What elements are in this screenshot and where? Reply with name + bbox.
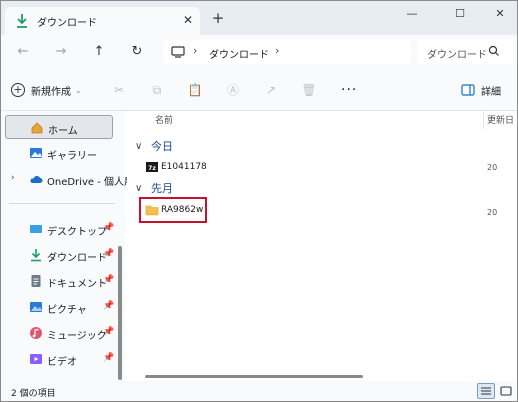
tiles-view-button[interactable]: [497, 383, 515, 399]
sidebar-item-label: ホーム: [48, 126, 78, 137]
sidebar-item-label: デスクトップ: [47, 227, 107, 238]
horizontal-scrollbar[interactable]: [145, 375, 363, 378]
chevron-down-icon: ⌄: [75, 85, 82, 95]
details-view-button[interactable]: [477, 383, 495, 399]
tiles-view-icon: [500, 386, 512, 396]
share-icon[interactable]: ↗: [263, 82, 279, 98]
sidebar-item-pictures[interactable]: ピクチャ 📌: [5, 295, 114, 319]
music-icon: [30, 327, 42, 339]
column-header-name[interactable]: 名前: [155, 113, 173, 126]
copy-icon[interactable]: ⧉: [149, 82, 165, 98]
status-bar: 2 個の項目: [1, 381, 517, 401]
maximize-button[interactable]: ☐: [445, 5, 475, 23]
sidebar-item-home[interactable]: ホーム: [5, 115, 113, 139]
file-list: 名前 更新日 ∨ 今日 7z E1041178 20 ∨ 先月 RA9862w …: [127, 111, 517, 381]
plus-icon: +: [11, 83, 25, 97]
sidebar-scrollbar[interactable]: [118, 246, 122, 380]
search-box[interactable]: ダウンロード: [417, 40, 513, 64]
pictures-icon: [30, 302, 42, 312]
sidebar-item-videos[interactable]: ビデオ 📌: [5, 347, 114, 371]
download-icon: [31, 249, 41, 262]
download-icon: [17, 14, 27, 28]
column-header-date[interactable]: 更新日: [487, 113, 514, 126]
refresh-button[interactable]: ↻: [127, 42, 147, 62]
file-row-E1041178[interactable]: 7z E1041178: [141, 157, 481, 177]
sidebar-item-label: ダウンロード: [47, 253, 107, 264]
navigation-pane: ホーム ギャラリー › OneDrive - 個人用 デスクトップ 📌 ダウンロ…: [1, 111, 134, 381]
group-title: 今日: [151, 140, 173, 153]
search-input[interactable]: ダウンロード: [427, 46, 487, 61]
sidebar-item-label: OneDrive - 個人用: [47, 177, 134, 188]
onedrive-icon: [30, 176, 43, 183]
sidebar-item-label: ギャラリー: [47, 151, 97, 162]
pin-icon[interactable]: 📌: [103, 301, 114, 311]
sidebar-item-documents[interactable]: ドキュメント 📌: [5, 269, 114, 293]
sidebar-divider: [9, 203, 115, 204]
title-bar: ダウンロード ✕ + — ☐ ✕: [1, 1, 517, 35]
chevron-down-icon: ∨: [135, 182, 143, 194]
close-tab-icon[interactable]: ✕: [181, 13, 195, 27]
pin-icon[interactable]: 📌: [103, 275, 114, 285]
close-window-button[interactable]: ✕: [485, 5, 515, 23]
file-name: E1041178: [161, 162, 207, 172]
pin-icon[interactable]: 📌: [103, 353, 114, 363]
pin-icon[interactable]: 📌: [103, 223, 114, 233]
sidebar-item-music[interactable]: ミュージック 📌: [5, 321, 114, 345]
tab-title: ダウンロード: [37, 18, 97, 29]
file-date: 20: [487, 163, 498, 172]
sidebar-item-onedrive[interactable]: OneDrive - 個人用: [5, 167, 134, 191]
pin-icon[interactable]: 📌: [103, 249, 114, 259]
cut-icon[interactable]: ✂: [111, 82, 127, 98]
file-date: 20: [487, 208, 498, 217]
back-button[interactable]: ←: [13, 42, 33, 62]
group-title: 先月: [151, 182, 173, 195]
column-divider[interactable]: [483, 111, 484, 129]
7z-archive-icon: 7z: [146, 162, 158, 172]
svg-text:7z: 7z: [148, 165, 156, 172]
sidebar-item-downloads[interactable]: ダウンロード 📌: [5, 243, 114, 267]
sidebar-item-gallery[interactable]: ギャラリー: [5, 141, 113, 165]
this-pc-icon: [171, 46, 185, 58]
breadcrumb-downloads[interactable]: ダウンロード: [209, 46, 269, 61]
gallery-icon: [30, 148, 42, 158]
tab-downloads[interactable]: ダウンロード ✕: [5, 7, 200, 35]
sidebar-item-label: ドキュメント: [47, 279, 107, 290]
item-count: 2 個の項目: [11, 389, 56, 399]
new-tab-button[interactable]: +: [209, 9, 227, 27]
home-icon: [31, 122, 43, 134]
breadcrumb-separator[interactable]: ›: [275, 44, 279, 57]
more-options-button[interactable]: ···: [341, 82, 357, 98]
documents-icon: [31, 275, 41, 287]
new-button[interactable]: + 新規作成 ⌄: [11, 81, 82, 99]
details-button[interactable]: 詳細: [461, 82, 501, 98]
videos-icon: [30, 354, 42, 364]
pin-icon[interactable]: 📌: [103, 327, 114, 337]
chevron-down-icon: ∨: [135, 140, 143, 152]
sidebar-item-label: ピクチャ: [47, 305, 87, 316]
sidebar-item-label: ビデオ: [47, 357, 77, 368]
sidebar-item-label: ミュージック: [47, 331, 107, 342]
address-bar[interactable]: › ダウンロード ›: [163, 40, 411, 64]
navigation-bar: ← → ↑ ↻ › ダウンロード › ダウンロード: [1, 35, 517, 69]
details-pane-icon: [461, 84, 475, 96]
sidebar-item-desktop[interactable]: デスクトップ 📌: [5, 217, 114, 241]
desktop-icon: [30, 225, 42, 233]
file-explorer-window: ダウンロード ✕ + — ☐ ✕ ← → ↑ ↻ › ダウンロード › ダウンロ…: [0, 0, 518, 402]
list-view-icon: [481, 387, 491, 395]
search-icon: [488, 45, 499, 56]
new-label: 新規作成: [31, 86, 71, 98]
forward-button[interactable]: →: [51, 42, 71, 62]
group-header-last-month[interactable]: ∨ 先月: [135, 179, 173, 197]
command-bar: + 新規作成 ⌄ ✂ ⧉ 📋 Ⓐ ↗ 🗑 ··· 詳細: [1, 69, 517, 111]
group-header-today[interactable]: ∨ 今日: [135, 137, 173, 155]
delete-icon[interactable]: 🗑: [301, 82, 317, 98]
minimize-button[interactable]: —: [397, 5, 427, 23]
details-label: 詳細: [481, 86, 501, 98]
paste-icon[interactable]: 📋: [187, 82, 203, 98]
highlight-frame: [139, 197, 207, 223]
up-button[interactable]: ↑: [89, 42, 109, 62]
breadcrumb-separator[interactable]: ›: [193, 44, 197, 57]
rename-icon[interactable]: Ⓐ: [225, 82, 241, 98]
